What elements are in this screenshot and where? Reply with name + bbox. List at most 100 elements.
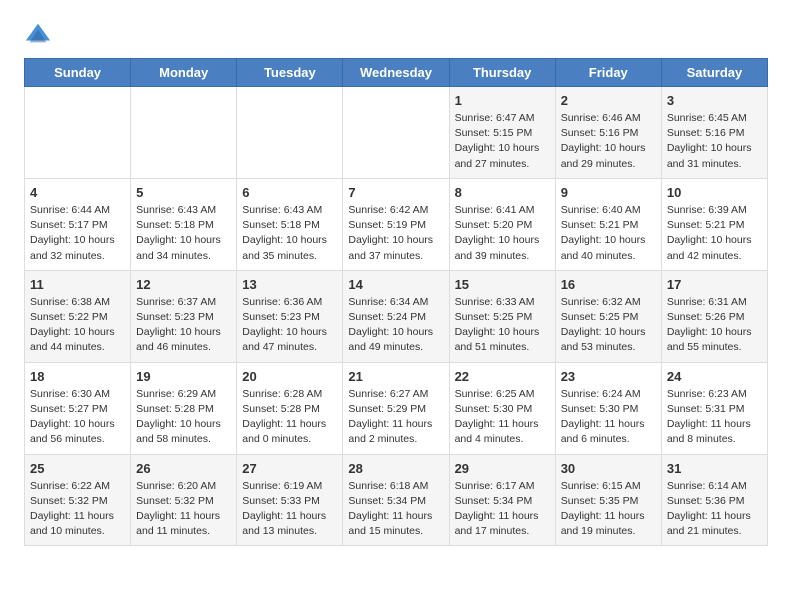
calendar-cell (343, 87, 449, 179)
day-number: 8 (455, 185, 550, 200)
weekday-header-monday: Monday (131, 59, 237, 87)
day-number: 6 (242, 185, 337, 200)
day-info: Sunrise: 6:46 AM Sunset: 5:16 PM Dayligh… (561, 111, 656, 172)
calendar-cell: 17 Sunrise: 6:31 AM Sunset: 5:26 PM Dayli… (661, 270, 767, 362)
calendar-body: 1 Sunrise: 6:47 AM Sunset: 5:15 PM Daylig… (25, 87, 768, 546)
weekday-header-saturday: Saturday (661, 59, 767, 87)
day-info: Sunrise: 6:45 AM Sunset: 5:16 PM Dayligh… (667, 111, 762, 172)
day-info: Sunrise: 6:36 AM Sunset: 5:23 PM Dayligh… (242, 295, 337, 356)
day-number: 9 (561, 185, 656, 200)
day-number: 5 (136, 185, 231, 200)
day-number: 13 (242, 277, 337, 292)
day-info: Sunrise: 6:28 AM Sunset: 5:28 PM Dayligh… (242, 387, 337, 448)
day-number: 1 (455, 93, 550, 108)
day-number: 3 (667, 93, 762, 108)
day-number: 30 (561, 461, 656, 476)
day-number: 15 (455, 277, 550, 292)
week-row-4: 18Sunrise: 6:30 AM Sunset: 5:27 PM Dayli… (25, 362, 768, 454)
calendar-table: SundayMondayTuesdayWednesdayThursdayFrid… (24, 58, 768, 546)
day-number: 24 (667, 369, 762, 384)
calendar-cell: 8 Sunrise: 6:41 AM Sunset: 5:20 PM Daylig… (449, 178, 555, 270)
day-number: 12 (136, 277, 231, 292)
calendar-cell: 3 Sunrise: 6:45 AM Sunset: 5:16 PM Daylig… (661, 87, 767, 179)
day-info: Sunrise: 6:29 AM Sunset: 5:28 PM Dayligh… (136, 387, 231, 448)
calendar-cell: 16Sunrise: 6:32 AM Sunset: 5:25 PM Dayli… (555, 270, 661, 362)
day-info: Sunrise: 6:44 AM Sunset: 5:17 PM Dayligh… (30, 203, 125, 264)
day-number: 14 (348, 277, 443, 292)
calendar-cell: 25 Sunrise: 6:22 AM Sunset: 5:32 PM Dayli… (25, 454, 131, 546)
week-row-5: 25 Sunrise: 6:22 AM Sunset: 5:32 PM Dayli… (25, 454, 768, 546)
day-info: Sunrise: 6:24 AM Sunset: 5:30 PM Dayligh… (561, 387, 656, 448)
calendar-cell: 29 Sunrise: 6:17 AM Sunset: 5:34 PM Dayli… (449, 454, 555, 546)
calendar-cell: 28 Sunrise: 6:18 AM Sunset: 5:34 PM Dayli… (343, 454, 449, 546)
day-number: 21 (348, 369, 443, 384)
calendar-cell: 1 Sunrise: 6:47 AM Sunset: 5:15 PM Daylig… (449, 87, 555, 179)
day-info: Sunrise: 6:34 AM Sunset: 5:24 PM Dayligh… (348, 295, 443, 356)
calendar-cell (237, 87, 343, 179)
day-number: 7 (348, 185, 443, 200)
day-info: Sunrise: 6:17 AM Sunset: 5:34 PM Dayligh… (455, 479, 550, 540)
calendar-cell: 30 Sunrise: 6:15 AM Sunset: 5:35 PM Dayli… (555, 454, 661, 546)
day-info: Sunrise: 6:38 AM Sunset: 5:22 PM Dayligh… (30, 295, 125, 356)
day-info: Sunrise: 6:43 AM Sunset: 5:18 PM Dayligh… (136, 203, 231, 264)
day-number: 28 (348, 461, 443, 476)
day-info: Sunrise: 6:20 AM Sunset: 5:32 PM Dayligh… (136, 479, 231, 540)
week-row-3: 11Sunrise: 6:38 AM Sunset: 5:22 PM Dayli… (25, 270, 768, 362)
day-info: Sunrise: 6:18 AM Sunset: 5:34 PM Dayligh… (348, 479, 443, 540)
day-number: 20 (242, 369, 337, 384)
day-info: Sunrise: 6:40 AM Sunset: 5:21 PM Dayligh… (561, 203, 656, 264)
day-number: 23 (561, 369, 656, 384)
calendar-cell: 4Sunrise: 6:44 AM Sunset: 5:17 PM Daylig… (25, 178, 131, 270)
calendar-cell: 18Sunrise: 6:30 AM Sunset: 5:27 PM Dayli… (25, 362, 131, 454)
day-info: Sunrise: 6:25 AM Sunset: 5:30 PM Dayligh… (455, 387, 550, 448)
day-number: 31 (667, 461, 762, 476)
calendar-cell: 14 Sunrise: 6:34 AM Sunset: 5:24 PM Dayli… (343, 270, 449, 362)
day-info: Sunrise: 6:41 AM Sunset: 5:20 PM Dayligh… (455, 203, 550, 264)
week-row-2: 4Sunrise: 6:44 AM Sunset: 5:17 PM Daylig… (25, 178, 768, 270)
day-info: Sunrise: 6:27 AM Sunset: 5:29 PM Dayligh… (348, 387, 443, 448)
day-info: Sunrise: 6:14 AM Sunset: 5:36 PM Dayligh… (667, 479, 762, 540)
page-header (24, 20, 768, 48)
day-number: 22 (455, 369, 550, 384)
calendar-cell: 5 Sunrise: 6:43 AM Sunset: 5:18 PM Daylig… (131, 178, 237, 270)
day-number: 26 (136, 461, 231, 476)
weekday-header-wednesday: Wednesday (343, 59, 449, 87)
day-number: 29 (455, 461, 550, 476)
day-number: 17 (667, 277, 762, 292)
calendar-cell: 22 Sunrise: 6:25 AM Sunset: 5:30 PM Dayli… (449, 362, 555, 454)
day-info: Sunrise: 6:19 AM Sunset: 5:33 PM Dayligh… (242, 479, 337, 540)
day-info: Sunrise: 6:31 AM Sunset: 5:26 PM Dayligh… (667, 295, 762, 356)
day-info: Sunrise: 6:23 AM Sunset: 5:31 PM Dayligh… (667, 387, 762, 448)
day-number: 18 (30, 369, 125, 384)
day-info: Sunrise: 6:22 AM Sunset: 5:32 PM Dayligh… (30, 479, 125, 540)
day-number: 2 (561, 93, 656, 108)
day-info: Sunrise: 6:47 AM Sunset: 5:15 PM Dayligh… (455, 111, 550, 172)
calendar-cell: 10 Sunrise: 6:39 AM Sunset: 5:21 PM Dayli… (661, 178, 767, 270)
day-info: Sunrise: 6:43 AM Sunset: 5:18 PM Dayligh… (242, 203, 337, 264)
calendar-cell: 23 Sunrise: 6:24 AM Sunset: 5:30 PM Dayli… (555, 362, 661, 454)
calendar-cell: 26 Sunrise: 6:20 AM Sunset: 5:32 PM Dayli… (131, 454, 237, 546)
calendar-cell (25, 87, 131, 179)
day-info: Sunrise: 6:39 AM Sunset: 5:21 PM Dayligh… (667, 203, 762, 264)
calendar-cell: 27Sunrise: 6:19 AM Sunset: 5:33 PM Dayli… (237, 454, 343, 546)
calendar-cell: 9 Sunrise: 6:40 AM Sunset: 5:21 PM Daylig… (555, 178, 661, 270)
day-number: 19 (136, 369, 231, 384)
calendar-cell: 12 Sunrise: 6:37 AM Sunset: 5:23 PM Dayli… (131, 270, 237, 362)
logo (24, 20, 56, 48)
calendar-cell: 19 Sunrise: 6:29 AM Sunset: 5:28 PM Dayli… (131, 362, 237, 454)
calendar-cell: 11Sunrise: 6:38 AM Sunset: 5:22 PM Dayli… (25, 270, 131, 362)
day-number: 10 (667, 185, 762, 200)
calendar-cell: 6 Sunrise: 6:43 AM Sunset: 5:18 PM Daylig… (237, 178, 343, 270)
day-info: Sunrise: 6:42 AM Sunset: 5:19 PM Dayligh… (348, 203, 443, 264)
calendar-cell: 13 Sunrise: 6:36 AM Sunset: 5:23 PM Dayli… (237, 270, 343, 362)
week-row-1: 1 Sunrise: 6:47 AM Sunset: 5:15 PM Daylig… (25, 87, 768, 179)
calendar-header: SundayMondayTuesdayWednesdayThursdayFrid… (25, 59, 768, 87)
day-info: Sunrise: 6:33 AM Sunset: 5:25 PM Dayligh… (455, 295, 550, 356)
day-info: Sunrise: 6:37 AM Sunset: 5:23 PM Dayligh… (136, 295, 231, 356)
day-number: 25 (30, 461, 125, 476)
weekday-header-tuesday: Tuesday (237, 59, 343, 87)
day-info: Sunrise: 6:15 AM Sunset: 5:35 PM Dayligh… (561, 479, 656, 540)
calendar-cell: 2 Sunrise: 6:46 AM Sunset: 5:16 PM Daylig… (555, 87, 661, 179)
calendar-cell: 15 Sunrise: 6:33 AM Sunset: 5:25 PM Dayli… (449, 270, 555, 362)
calendar-cell: 21 Sunrise: 6:27 AM Sunset: 5:29 PM Dayli… (343, 362, 449, 454)
